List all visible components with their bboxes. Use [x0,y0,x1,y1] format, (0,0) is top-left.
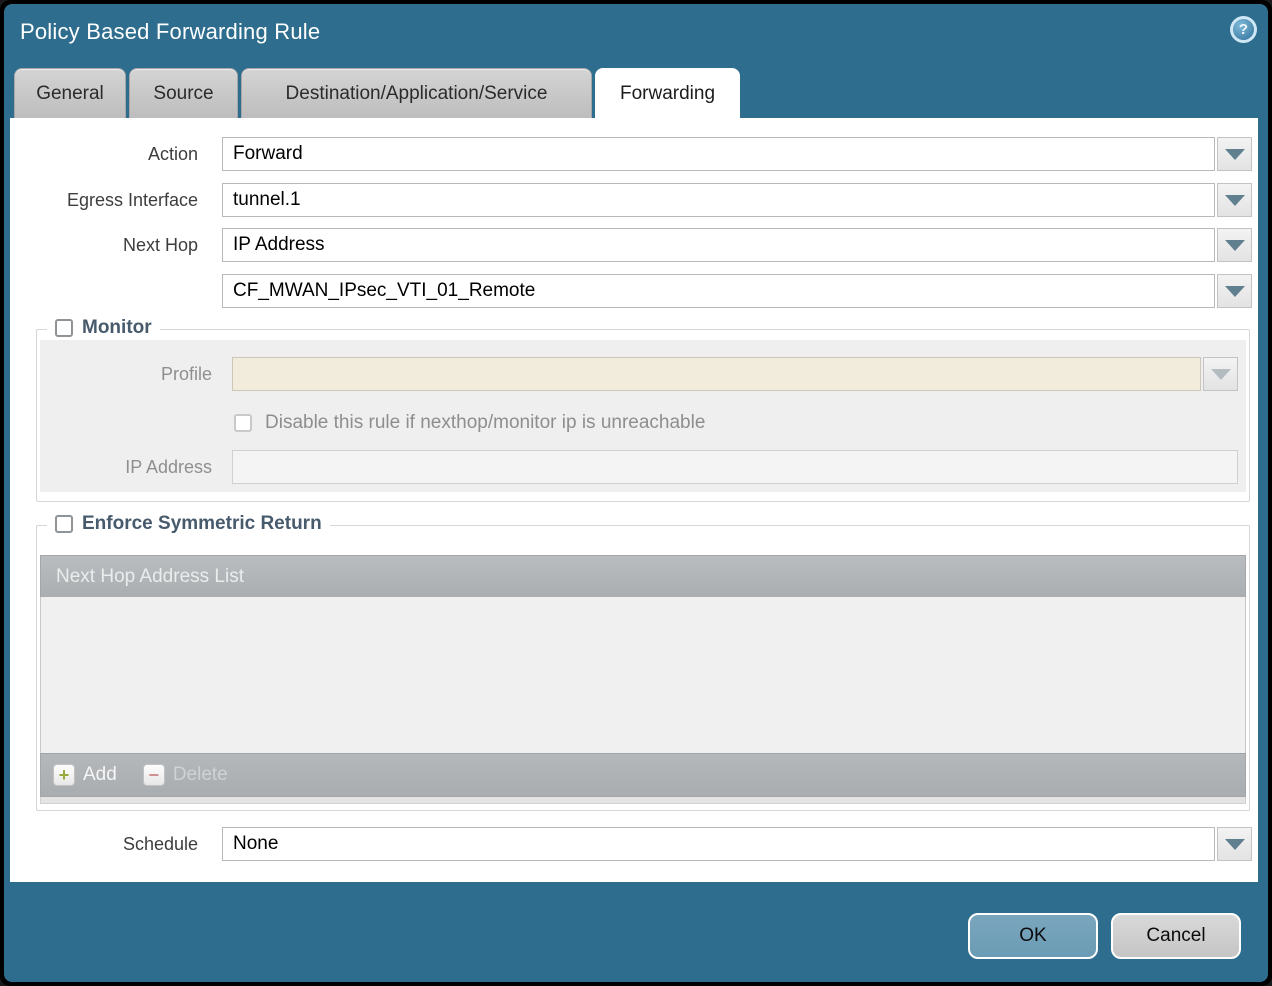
minus-icon: − [143,764,165,786]
next-hop-address-list-table: Next Hop Address List + Add − Delete [40,555,1246,804]
monitor-fieldset: Monitor Profile [36,329,1250,502]
tab-source[interactable]: Source [129,68,238,118]
add-button-label: Add [83,764,117,786]
enforce-symmetric-return-legend: Enforce Symmetric Return [47,513,330,535]
next-hop-address-value[interactable]: CF_MWAN_IPsec_VTI_01_Remote [222,274,1215,308]
chevron-down-icon [1225,149,1245,160]
monitor-ip-address-row: IP Address [40,450,1242,484]
egress-interface-row: Egress Interface tunnel.1 [10,183,1252,217]
chevron-down-icon [1225,195,1245,206]
next-hop-address-row: CF_MWAN_IPsec_VTI_01_Remote [10,274,1252,308]
profile-select [232,357,1238,391]
table-bottom-strip [40,797,1246,804]
add-button[interactable]: + Add [53,764,117,786]
next-hop-type-value[interactable]: IP Address [222,228,1215,262]
action-select[interactable]: Forward [222,137,1252,171]
chevron-down-icon [1225,286,1245,297]
action-dropdown-button[interactable] [1217,137,1252,171]
monitor-legend-label: Monitor [82,317,152,339]
profile-label: Profile [40,357,222,391]
help-icon[interactable]: ? [1230,16,1257,43]
action-label: Action [10,137,210,171]
tab-forwarding[interactable]: Forwarding [595,68,740,118]
next-hop-address-list-toolbar: + Add − Delete [40,753,1246,797]
next-hop-address-list-body[interactable] [40,597,1246,753]
profile-dropdown-button[interactable] [1203,357,1238,391]
enforce-symmetric-return-checkbox[interactable] [55,515,73,533]
disable-rule-label: Disable this rule if nexthop/monitor ip … [265,412,705,434]
egress-interface-label: Egress Interface [10,183,210,217]
profile-row: Profile [40,357,1242,391]
schedule-dropdown-button[interactable] [1217,827,1252,861]
monitor-body: Profile Disable this rule if nexthop/mon… [40,340,1246,492]
next-hop-address-label-spacer [10,274,210,308]
schedule-select[interactable]: None [222,827,1252,861]
pbf-rule-dialog: Policy Based Forwarding Rule ? General S… [4,4,1268,982]
dialog-title: Policy Based Forwarding Rule [20,19,320,45]
cancel-button[interactable]: Cancel [1111,913,1241,959]
schedule-row: Schedule None [10,827,1252,861]
delete-button[interactable]: − Delete [143,764,228,786]
disable-rule-row: Disable this rule if nexthop/monitor ip … [40,406,1242,440]
question-mark-glyph: ? [1233,19,1254,40]
next-hop-label: Next Hop [10,228,210,262]
monitor-legend: Monitor [47,317,160,339]
egress-interface-dropdown-button[interactable] [1217,183,1252,217]
monitor-checkbox[interactable] [55,319,73,337]
egress-interface-value[interactable]: tunnel.1 [222,183,1215,217]
delete-button-label: Delete [173,764,228,786]
action-value[interactable]: Forward [222,137,1215,171]
disable-rule-control: Disable this rule if nexthop/monitor ip … [234,406,705,440]
monitor-ip-address-field [232,450,1238,484]
tab-general[interactable]: General [14,68,126,118]
disable-rule-checkbox[interactable] [234,414,252,432]
next-hop-type-select[interactable]: IP Address [222,228,1252,262]
enforce-symmetric-return-legend-label: Enforce Symmetric Return [82,513,322,535]
monitor-ip-address-input[interactable] [232,450,1238,484]
tab-bar: General Source Destination/Application/S… [14,68,740,118]
chevron-down-icon [1211,369,1231,380]
screen-frame: Policy Based Forwarding Rule ? General S… [0,0,1272,986]
next-hop-dropdown-button[interactable] [1217,228,1252,262]
chevron-down-icon [1225,240,1245,251]
monitor-ip-address-label: IP Address [40,450,222,484]
next-hop-address-list-header: Next Hop Address List [40,555,1246,597]
profile-value[interactable] [232,357,1201,391]
plus-icon: + [53,764,75,786]
forwarding-tab-panel: Action Forward Egress Interface tunnel.1 [10,118,1258,882]
chevron-down-icon [1225,839,1245,850]
action-row: Action Forward [10,137,1252,171]
next-hop-address-select[interactable]: CF_MWAN_IPsec_VTI_01_Remote [222,274,1252,308]
schedule-label: Schedule [10,827,210,861]
enforce-symmetric-return-fieldset: Enforce Symmetric Return Next Hop Addres… [36,525,1250,811]
next-hop-address-dropdown-button[interactable] [1217,274,1252,308]
next-hop-row: Next Hop IP Address [10,228,1252,262]
schedule-value[interactable]: None [222,827,1215,861]
ok-button[interactable]: OK [968,913,1098,959]
egress-interface-select[interactable]: tunnel.1 [222,183,1252,217]
tab-destination-application-service[interactable]: Destination/Application/Service [241,68,592,118]
